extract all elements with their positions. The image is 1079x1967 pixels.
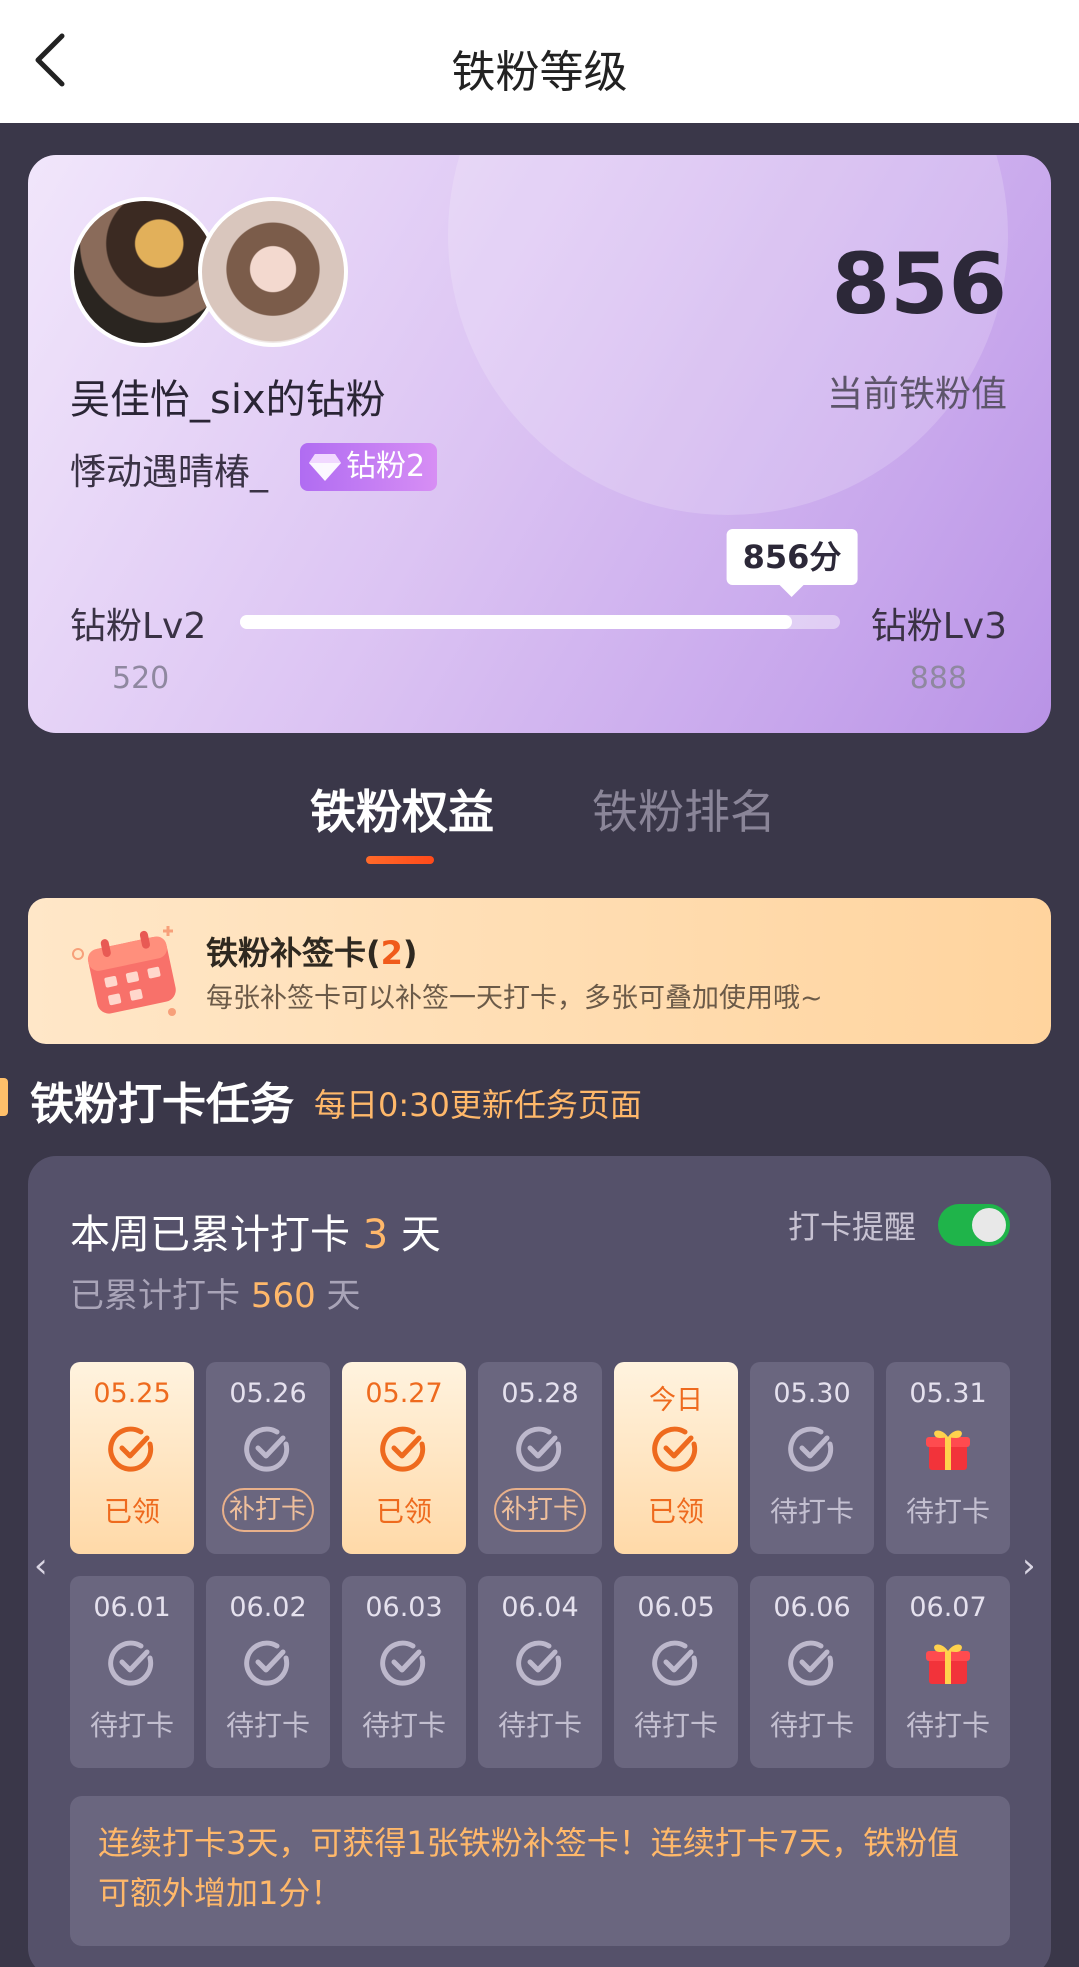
checkin-day-status: 待打卡 [225,1709,310,1742]
checkin-day-date: 今日 [649,1385,703,1416]
checkin-rules-note: 连续打卡3天，可获得1张铁粉补签卡！连续打卡7天，铁粉值可额外增加1分！ [70,1796,1010,1946]
checkin-day-date: 06.06 [773,1592,851,1623]
checkin-day-date: 05.30 [773,1378,851,1409]
checkin-day-cell[interactable]: 05.28 补打卡 [478,1362,602,1554]
checkin-day-status: 已领 [647,1495,704,1528]
checkin-day-date: 06.05 [637,1592,715,1623]
checkin-day-status: 待打卡 [497,1709,582,1742]
active-tab-indicator [366,856,434,864]
check-icon [651,1424,701,1474]
checkin-day-date: 05.31 [909,1378,987,1409]
checkin-day-status: 已领 [375,1495,432,1528]
check-icon [243,1638,293,1688]
checkin-day-cell: 05.30 待打卡 [750,1362,874,1554]
checkin-day-cell: 06.07 待打卡 [886,1576,1010,1768]
checkin-day-cell: 06.03 待打卡 [342,1576,466,1768]
fan-level-card: 吴佳怡_six的钻粉 悸动遇晴椿_ 钻粉2 856 当前铁粉值 钻粉Lv2 钻粉… [28,155,1051,733]
checkin-panel: 本周已累计打卡 3 天 已累计打卡 560 天 打卡提醒 ‹ › 05.25 已领… [28,1156,1051,1967]
fan-score-value: 856 [831,235,1007,333]
checkin-day-date: 05.26 [229,1378,307,1409]
tab-fan-benefits[interactable]: 铁粉权益 [310,776,494,842]
checkin-day-status: 待打卡 [905,1709,990,1742]
prev-week-arrow[interactable]: ‹ [34,1546,48,1586]
toggle-knob [972,1208,1006,1242]
checkin-day-status: 待打卡 [89,1709,174,1742]
current-level-threshold: 520 [112,661,170,696]
checkin-calendar-grid: 05.25 已领 05.26 补打卡 05.27 已领 05.28 补打卡 今日 已领 05.30 待… [70,1362,1010,1768]
user-avatar[interactable] [198,197,348,347]
reminder-toggle[interactable] [938,1204,1010,1246]
makeup-card-description: 每张补签卡可以补签一天打卡，多张可叠加使用哦~ [206,983,823,1014]
checkin-day-cell: 05.27 已领 [342,1362,466,1554]
checkin-day-status: 待打卡 [769,1495,854,1528]
checkin-day-status: 待打卡 [769,1709,854,1742]
checkin-day-date: 06.03 [365,1592,443,1623]
section-title: 铁粉打卡任务 [30,1079,294,1130]
check-icon [379,1424,429,1474]
checkin-day-cell: 06.01 待打卡 [70,1576,194,1768]
makeup-card-title: 铁粉补签卡(2) [206,934,418,972]
fan-score-label: 当前铁粉值 [826,374,1007,415]
check-icon [243,1424,293,1474]
check-icon [379,1638,429,1688]
page-title: 铁粉等级 [451,47,628,98]
makeup-checkin-button[interactable]: 补打卡 [494,1488,586,1532]
checkin-day-status: 待打卡 [633,1709,718,1742]
checkin-day-status: 已领 [103,1495,160,1528]
gift-icon [923,1424,973,1474]
next-level-threshold: 888 [909,661,967,696]
check-icon [515,1424,565,1474]
checkin-day-date: 06.02 [229,1592,307,1623]
check-icon [107,1424,157,1474]
weekly-checkin-count: 本周已累计打卡 3 天 [70,1212,441,1258]
checkin-day-cell: 06.02 待打卡 [206,1576,330,1768]
checkin-day-date: 06.04 [501,1592,579,1623]
card-decoration [448,155,1008,515]
fan-group-name: 吴佳怡_six的钻粉 [70,377,386,423]
badge-label: 钻粉2 [346,449,426,484]
checkin-day-status: 待打卡 [905,1495,990,1528]
makeup-card-count: 2 [380,934,403,972]
next-level-label: 钻粉Lv3 [870,606,1007,647]
checkin-day-cell: 06.06 待打卡 [750,1576,874,1768]
checkin-day-cell: 06.04 待打卡 [478,1576,602,1768]
makeup-card-banner[interactable]: 铁粉补签卡(2) 每张补签卡可以补签一天打卡，多张可叠加使用哦~ [28,898,1051,1044]
level-progress-track [240,615,840,629]
diamond-icon [309,454,341,481]
check-icon [515,1638,565,1688]
check-icon [787,1424,837,1474]
checkin-day-cell: 今日 已领 [614,1362,738,1554]
next-week-arrow[interactable]: › [1022,1546,1036,1586]
checkin-day-date: 06.01 [93,1592,171,1623]
checkin-day-cell[interactable]: 05.26 补打卡 [206,1362,330,1554]
checkin-day-date: 05.25 [93,1378,171,1409]
checkin-day-date: 06.07 [909,1592,987,1623]
makeup-checkin-button[interactable]: 补打卡 [222,1488,314,1532]
check-icon [107,1638,157,1688]
fan-level-badge: 钻粉2 [300,443,438,491]
level-progress-fill [240,615,792,629]
section-subtitle: 每日0:30更新任务页面 [314,1086,642,1124]
reminder-label: 打卡提醒 [788,1208,917,1246]
check-icon [787,1638,837,1688]
total-checkin-count: 已累计打卡 560 天 [70,1276,361,1316]
checkin-day-cell: 06.05 待打卡 [614,1576,738,1768]
progress-tooltip: 856分 [726,529,858,597]
tab-fan-ranking[interactable]: 铁粉排名 [592,776,776,842]
checkin-day-cell: 05.25 已领 [70,1362,194,1554]
checkin-day-status: 待打卡 [361,1709,446,1742]
check-icon [651,1638,701,1688]
gift-icon [923,1638,973,1688]
calendar-icon [72,926,176,1016]
section-marker [0,1078,8,1116]
checkin-day-date: 05.27 [365,1378,443,1409]
checkin-day-date: 05.28 [501,1378,579,1409]
checkin-day-cell: 05.31 待打卡 [886,1362,1010,1554]
top-bar: 铁粉等级 [0,0,1079,123]
current-level-label: 钻粉Lv2 [70,606,207,647]
user-nickname: 悸动遇晴椿_ [70,452,269,493]
